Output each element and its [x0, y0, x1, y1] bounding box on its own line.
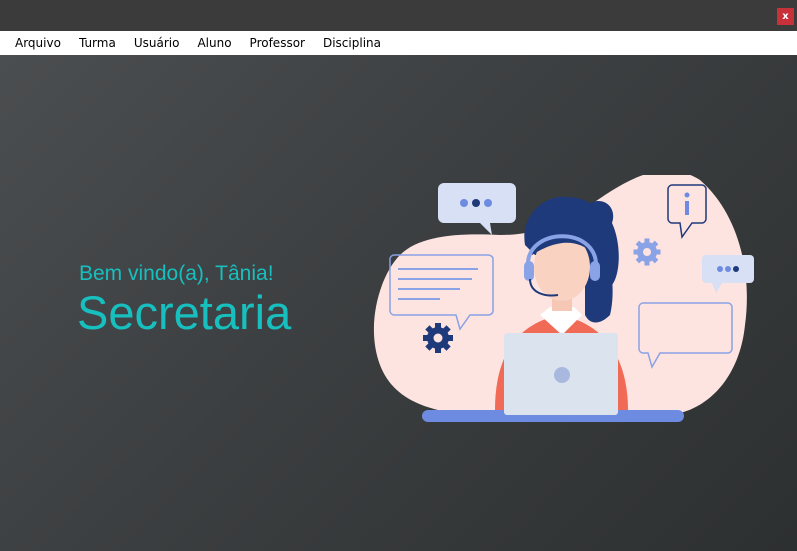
gear-icon [633, 238, 661, 266]
menu-item-usuario[interactable]: Usuário [125, 31, 189, 55]
menu-item-aluno[interactable]: Aluno [188, 31, 240, 55]
menu-item-turma[interactable]: Turma [70, 31, 125, 55]
title-bar: x [0, 0, 797, 31]
gear-icon [423, 323, 453, 353]
menu-item-arquivo[interactable]: Arquivo [6, 31, 70, 55]
headset-right-ear [590, 261, 600, 281]
menu-item-professor[interactable]: Professor [241, 31, 314, 55]
role-title: Secretaria [77, 286, 292, 339]
chat-bubble-dots-icon [438, 183, 516, 235]
headset-left-ear [524, 261, 534, 281]
main-panel: Bem vindo(a), Tânia! Secretaria [0, 55, 797, 551]
menu-item-disciplina[interactable]: Disciplina [314, 31, 390, 55]
close-button[interactable]: x [777, 8, 794, 25]
menu-bar: Arquivo Turma Usuário Aluno Professor Di… [0, 31, 797, 55]
customer-support-illustration [373, 175, 754, 422]
laptop-logo [554, 367, 570, 383]
